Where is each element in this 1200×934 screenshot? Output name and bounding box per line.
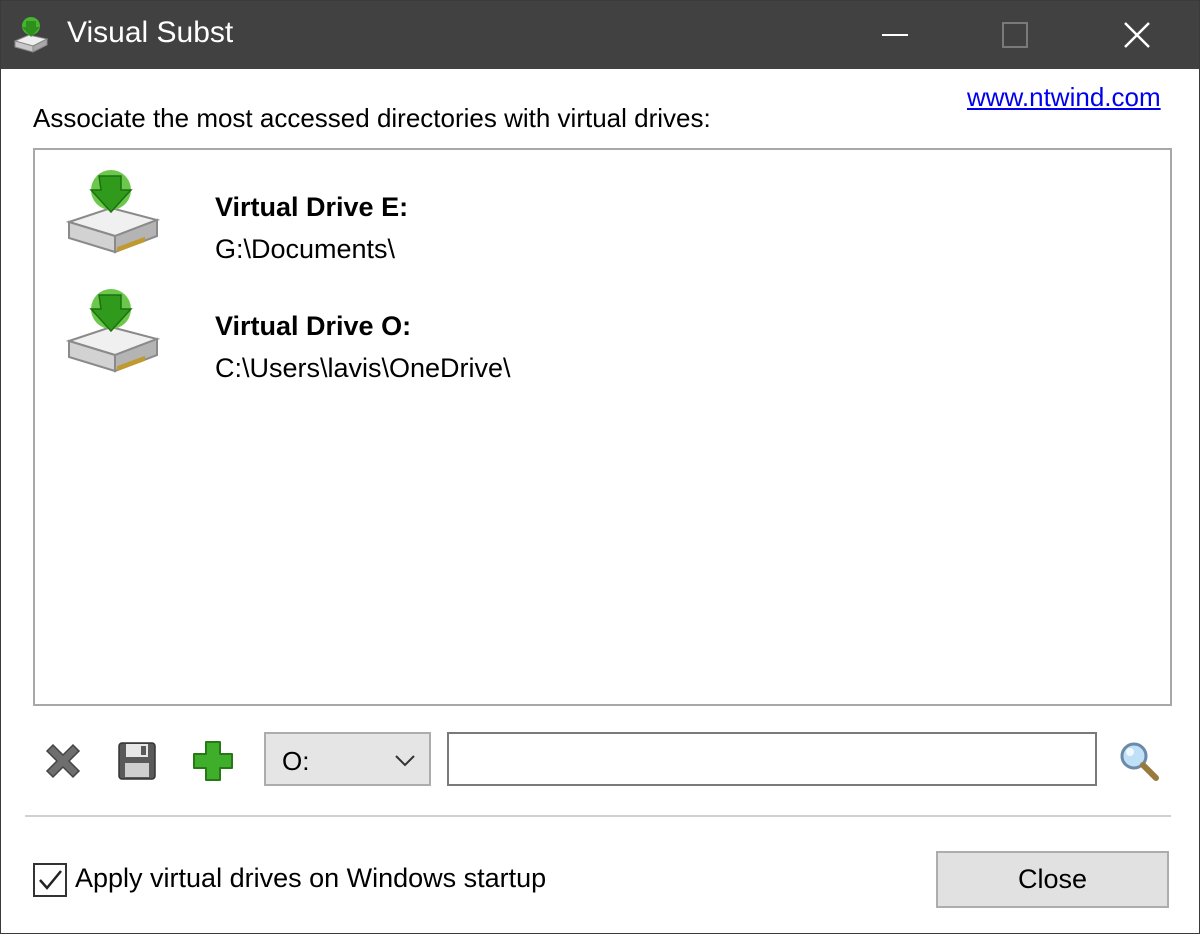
list-item[interactable]: Virtual Drive E: G:\Documents\ [65, 166, 1125, 266]
drive-letter-value: O: [282, 746, 310, 776]
delete-x-icon [45, 743, 81, 779]
instruction-label: Associate the most accessed directories … [33, 103, 711, 133]
green-plus-icon [193, 741, 233, 781]
minimize-icon [882, 34, 908, 36]
maximize-icon [1002, 22, 1028, 48]
delete-button[interactable] [37, 735, 89, 787]
drive-path: C:\Users\lavis\OneDrive\ [215, 353, 511, 383]
save-button[interactable] [111, 735, 163, 787]
chevron-down-icon [395, 755, 415, 767]
minimize-button[interactable] [835, 1, 955, 69]
website-link[interactable]: www.ntwind.com [967, 82, 1161, 113]
startup-checkbox[interactable] [33, 863, 67, 897]
visual-subst-window: Visual Subst www.ntwind.com Associate th… [0, 0, 1200, 934]
maximize-button [955, 1, 1075, 69]
startup-checkbox-label[interactable]: Apply virtual drives on Windows startup [75, 863, 546, 894]
drive-icon [13, 17, 49, 53]
browse-button[interactable] [1113, 735, 1165, 787]
list-item[interactable]: Virtual Drive O: C:\Users\lavis\OneDrive… [65, 285, 1125, 385]
virtual-drive-icon [65, 170, 161, 254]
drive-letter-select[interactable]: O: [264, 732, 431, 786]
floppy-disk-icon [118, 742, 156, 780]
close-button[interactable]: Close [936, 851, 1169, 908]
separator [25, 815, 1171, 817]
folder-path-input[interactable] [447, 732, 1097, 786]
window-title: Visual Subst [67, 16, 234, 49]
virtual-drive-icon [65, 289, 161, 373]
title-bar[interactable]: Visual Subst [1, 1, 1199, 69]
magnifier-icon [1120, 742, 1159, 781]
close-window-button[interactable] [1077, 1, 1197, 69]
add-button[interactable] [187, 735, 239, 787]
drive-name: Virtual Drive E: [215, 192, 409, 222]
close-icon [1124, 22, 1150, 48]
checkmark-icon [39, 870, 62, 890]
drive-name: Virtual Drive O: [215, 311, 412, 341]
startup-checkbox-row[interactable]: Apply virtual drives on Windows startup [33, 863, 593, 897]
drive-path: G:\Documents\ [215, 234, 396, 264]
virtual-drive-list[interactable]: Virtual Drive E: G:\Documents\ Virtual D… [33, 148, 1172, 706]
